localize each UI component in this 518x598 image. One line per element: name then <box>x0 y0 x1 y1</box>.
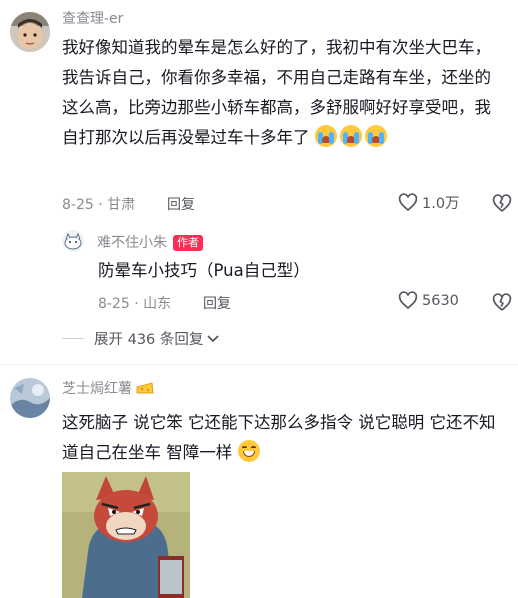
username: 芝士焗红薯 <box>62 378 155 398</box>
dislike-button[interactable] <box>492 194 512 217</box>
crying-laughing-emoji-icon <box>314 125 337 147</box>
username[interactable]: 查查理-er <box>62 8 123 28</box>
reply-text: 防晕车小技巧（Pua自己型） <box>98 261 310 280</box>
reply-username-text[interactable]: 难不住小朱 <box>97 235 167 251</box>
heart-icon <box>398 291 418 310</box>
reply-location: 山东 <box>143 296 172 312</box>
comment-text-content: 我好像知道我的晕车是怎么好的了，我初中有次坐大巴车，我告诉自己，你看你多幸福，不… <box>62 38 491 147</box>
comment-text: 这死脑子 说它笨 它还能下达那么多指令 说它聪明 它还不知道自己在坐车 智障一样 <box>62 408 504 468</box>
comment-image[interactable] <box>62 472 190 598</box>
expand-replies-button[interactable]: 展开 436 条回复 <box>62 328 220 349</box>
broken-heart-icon <box>492 293 512 311</box>
broken-heart-icon <box>492 194 512 212</box>
heart-icon <box>398 193 418 212</box>
comment-meta: 8-25 · 甘肃 <box>62 197 136 213</box>
reply-button[interactable]: 回复 <box>167 194 195 214</box>
avatar[interactable] <box>10 12 50 52</box>
reply-reply-button[interactable]: 回复 <box>203 293 231 313</box>
reply-dislike-button[interactable] <box>492 293 512 316</box>
like-button[interactable]: 1.0万 <box>398 192 460 213</box>
like-count: 1.0万 <box>422 196 460 212</box>
reply-date: 8-25 <box>98 296 130 312</box>
comment-text-content: 这死脑子 说它笨 它还能下达那么多指令 说它聪明 它还不知道自己在坐车 智障一样 <box>62 413 496 462</box>
reply-username: 难不住小朱 作者 <box>97 232 203 252</box>
expand-replies-label: 展开 436 条回复 <box>94 332 204 348</box>
reply-avatar[interactable] <box>62 230 84 252</box>
crying-laughing-emoji-icon <box>364 125 387 147</box>
comment-divider <box>0 364 518 365</box>
reply-like-count: 5630 <box>422 292 459 309</box>
author-badge: 作者 <box>173 235 203 251</box>
reply-like-button[interactable]: 5630 <box>398 291 459 310</box>
comment-date: 8-25 <box>62 197 94 213</box>
comment-item: 查查理-er 我好像知道我的晕车是怎么好的了，我初中有次坐大巴车，我告诉自己，你… <box>0 0 518 360</box>
comment-text: 我好像知道我的晕车是怎么好的了，我初中有次坐大巴车，我告诉自己，你看你多幸福，不… <box>62 33 502 153</box>
username-text[interactable]: 芝士焗红薯 <box>62 381 132 397</box>
grinning-sweat-emoji-icon <box>237 440 260 462</box>
expand-divider-line <box>62 338 84 339</box>
comment-location: 甘肃 <box>107 197 136 213</box>
crying-laughing-emoji-icon <box>339 125 362 147</box>
reply-meta: 8-25 · 山东 <box>98 296 172 312</box>
chevron-down-icon <box>207 334 220 342</box>
avatar[interactable] <box>10 378 50 418</box>
cheese-icon <box>136 382 155 394</box>
